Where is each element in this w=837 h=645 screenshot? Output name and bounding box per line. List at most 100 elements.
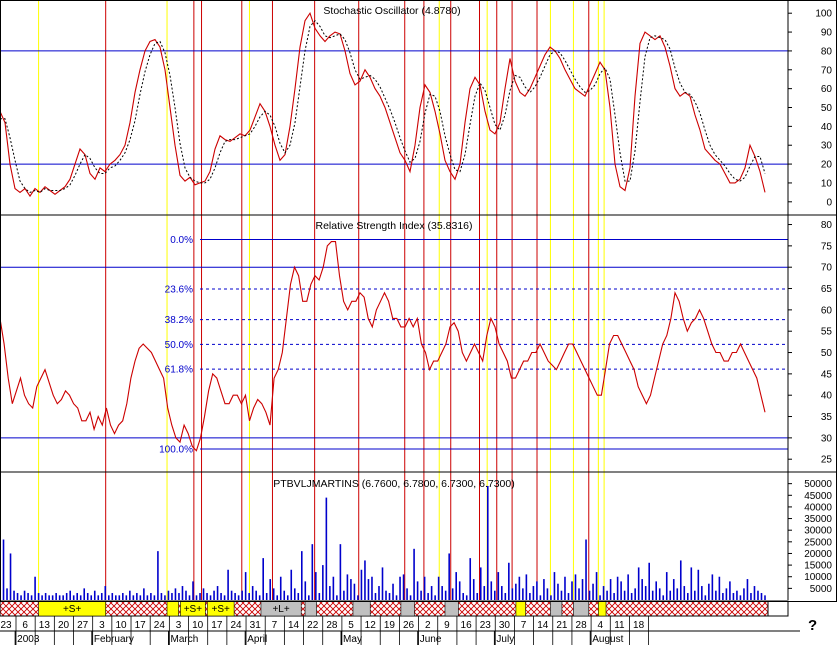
stochastic-series-1 [0, 19, 766, 193]
stochastic-ytick-label: 30 [821, 141, 833, 152]
x-tick-day: 12 [365, 620, 377, 631]
x-tick-day: 3 [176, 620, 182, 631]
x-tick-day: 9 [444, 620, 450, 631]
volume-ytick-label: 10000 [804, 572, 832, 583]
x-tick-day: 7 [521, 620, 527, 631]
stochastic-ytick-label: 40 [821, 122, 833, 133]
stochastic-ytick-label: 100 [815, 9, 832, 20]
x-tick-day: 28 [326, 620, 338, 631]
x-tick-day: 4 [597, 620, 603, 631]
rsi-ytick-label: 25 [821, 455, 833, 466]
stochastic-ytick-label: 80 [821, 46, 833, 57]
fib-label-2: 38.2% [165, 315, 193, 326]
volume-title: PTBVLJMARTINS (6.7600, 6.7800, 6.7300, 6… [273, 478, 514, 490]
stochastic-ytick-label: 90 [821, 28, 833, 39]
chart-canvas: 1009080706050403020100 Stochastic Oscill… [0, 0, 837, 645]
signal-band-label-3: +S+ [212, 604, 231, 615]
x-tick-day: 19 [384, 620, 396, 631]
x-tick-day: 27 [77, 620, 89, 631]
x-tick-day: 14 [288, 620, 300, 631]
volume-ytick-label: 20000 [804, 549, 832, 560]
x-tick-day: 30 [499, 620, 511, 631]
signal-band-7 [400, 600, 415, 617]
stochastic-ytick-label: 50 [821, 103, 833, 114]
x-tick-day: 22 [307, 620, 319, 631]
signal-band-8 [444, 600, 459, 617]
month-label-3: April [247, 634, 267, 645]
stochastic-ytick-label: 60 [821, 84, 833, 95]
rsi-ytick-label: 45 [821, 369, 833, 380]
x-axis: 23 6 13 20 27 3 10 17 24 3 10 17 24 31 7 14 22 28 5 12 19 26 2… [0, 616, 800, 645]
rsi-panel: 0.0% 23.6% 38.2% 50.0% 61.8% 100.0% 80 75 70 65 6… [0, 220, 832, 466]
month-label-5: June [420, 634, 442, 645]
x-tick-day: 10 [192, 620, 204, 631]
x-tick-day: 26 [403, 620, 415, 631]
help-icon[interactable]: ? [808, 617, 817, 634]
chart-border [0, 0, 837, 602]
rsi-ytick-label: 35 [821, 412, 833, 423]
month-label-6: July [496, 634, 514, 645]
rsi-ytick-label: 60 [821, 305, 833, 316]
volume-ytick-label: 50000 [804, 479, 832, 490]
x-tick-day: 3 [99, 620, 105, 631]
x-tick-day: 13 [39, 620, 51, 631]
signal-strip-background [0, 600, 769, 617]
fib-label-0: 0.0% [170, 235, 193, 246]
month-label-0: 2003 [17, 634, 40, 645]
rsi-ytick-label: 65 [821, 284, 833, 295]
fib-label-3: 50.0% [165, 340, 193, 351]
x-tick-day: 23 [0, 620, 12, 631]
volume-ytick-label: 15000 [804, 561, 832, 572]
x-tick-day: 2 [425, 620, 431, 631]
signal-band-strip: +S+ +S+ +S+ +L+ [0, 600, 789, 617]
stochastic-title: Stochastic Oscillator (4.8780) [323, 5, 460, 17]
volume-ytick-label: 45000 [804, 491, 832, 502]
x-tick-day: 24 [154, 620, 166, 631]
rsi-ytick-label: 75 [821, 241, 833, 252]
signal-band-12 [598, 600, 607, 617]
signal-band-11 [573, 600, 590, 617]
x-tick-day: 28 [576, 620, 588, 631]
stochastic-panel: 1009080706050403020100 Stochastic Oscill… [0, 5, 832, 208]
month-label-1: February [94, 634, 134, 645]
stochastic-ytick-label: 0 [826, 197, 832, 208]
volume-ytick-label: 25000 [804, 537, 832, 548]
x-tick-day: 18 [633, 620, 645, 631]
rsi-ytick-label: 40 [821, 391, 833, 402]
x-tick-day: 17 [211, 620, 223, 631]
fib-label-1: 23.6% [165, 284, 193, 295]
x-tick-day: 20 [58, 620, 70, 631]
rsi-ytick-label: 55 [821, 327, 833, 338]
month-label-7: August [592, 634, 623, 645]
rsi-ytick-label: 70 [821, 263, 833, 274]
month-label-2: March [171, 634, 199, 645]
signal-band-label-2: +S+ [184, 604, 203, 615]
stochastic-ytick-label: 70 [821, 65, 833, 76]
x-tick-day: 14 [537, 620, 549, 631]
x-tick-day: 11 [614, 620, 625, 631]
x-tick-day: 21 [556, 620, 568, 631]
signal-band-10 [550, 600, 563, 617]
signal-strip-end [767, 600, 789, 617]
signal-band-9 [515, 600, 526, 617]
rsi-series-0 [0, 241, 766, 452]
signal-band-5 [304, 600, 317, 617]
rsi-ytick-label: 80 [821, 220, 833, 231]
signal-band-1 [166, 600, 179, 617]
month-label-4: May [343, 634, 362, 645]
x-tick-day: 23 [480, 620, 492, 631]
x-tick-day: 31 [250, 620, 262, 631]
x-tick-day: 6 [22, 620, 28, 631]
x-tick-day: 24 [230, 620, 242, 631]
x-tick-day: 10 [115, 620, 127, 631]
panel-frames [0, 0, 837, 602]
fib-label-4: 61.8% [165, 365, 193, 376]
volume-ytick-label: 40000 [804, 502, 832, 513]
signal-band-label-0: +S+ [63, 604, 82, 615]
volume-ytick-label: 35000 [804, 514, 832, 525]
x-tick-day: 5 [348, 620, 354, 631]
volume-ytick-label: 30000 [804, 526, 832, 537]
x-tick-day: 16 [461, 620, 473, 631]
volume-panel: 5000045000400003500030000250002000015000… [0, 478, 832, 600]
rsi-title: Relative Strength Index (35.8316) [315, 220, 472, 232]
